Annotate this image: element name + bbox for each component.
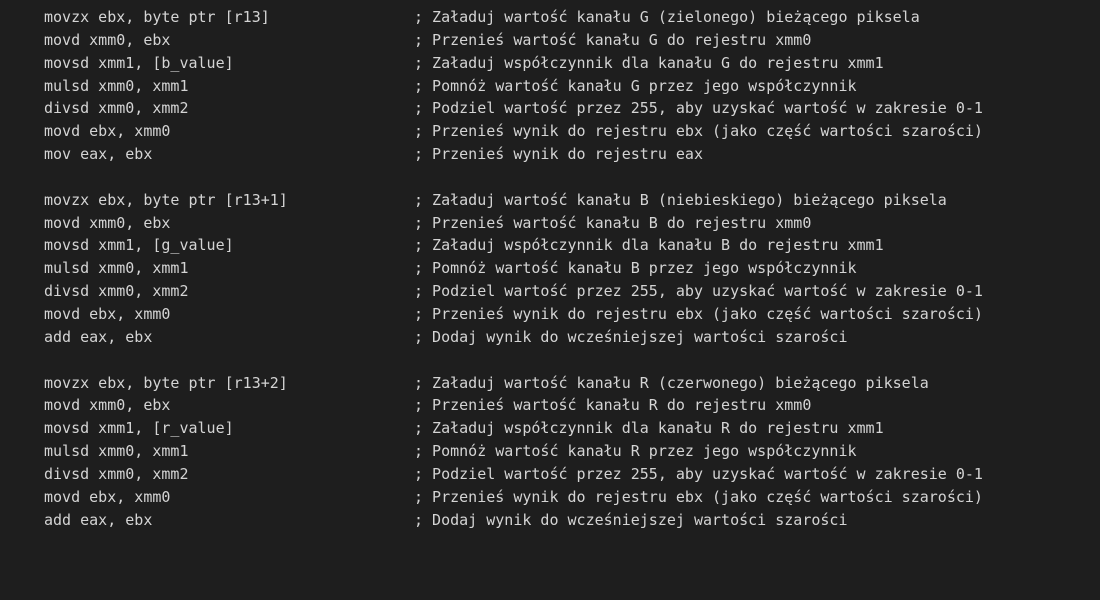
code-instruction: mulsd xmm0, xmm1 [44,442,189,461]
code-comment: ; Podziel wartość przez 255, aby uzyskać… [414,99,983,118]
code-line[interactable]: mulsd xmm0, xmm1 ; Pomnóż wartość kanału… [44,440,1094,463]
code-comment: ; Podziel wartość przez 255, aby uzyskać… [414,282,983,301]
code-line[interactable]: movd ebx, xmm0 ; Przenieś wynik do rejes… [44,120,1094,143]
code-comment: ; Załaduj współczynnik dla kanału B do r… [414,236,884,255]
code-instruction: movd xmm0, ebx [44,30,171,49]
code-instruction: movzx ebx, byte ptr [r13+2] [44,373,288,392]
code-instruction: mulsd xmm0, xmm1 [44,259,189,278]
code-comment: ; Pomnóż wartość kanału R przez jego wsp… [414,442,857,461]
code-comment: ; Przenieś wynik do rejestru ebx (jako c… [414,487,983,506]
code-instruction: movsd xmm1, [g_value] [44,236,234,255]
code-instruction: divsd xmm0, xmm2 [44,282,189,301]
code-instruction: movd xmm0, ebx [44,213,171,232]
code-line[interactable]: movzx ebx, byte ptr [r13+2] ; Załaduj wa… [44,372,1094,395]
code-instruction: divsd xmm0, xmm2 [44,99,189,118]
code-line[interactable]: movzx ebx, byte ptr [r13+1] ; Załaduj wa… [44,189,1094,212]
code-line[interactable]: movsd xmm1, [r_value] ; Załaduj współczy… [44,417,1094,440]
blank-line[interactable] [44,349,1094,372]
code-comment: ; Załaduj wartość kanału G (zielonego) b… [414,8,920,26]
code-instruction: movd ebx, xmm0 [44,304,171,323]
code-line[interactable]: movd xmm0, ebx ; Przenieś wartość kanału… [44,394,1094,417]
code-comment: ; Przenieś wartość kanału G do rejestru … [414,30,812,49]
code-line[interactable]: movd xmm0, ebx ; Przenieś wartość kanału… [44,212,1094,235]
code-line[interactable]: add eax, ebx ; Dodaj wynik do wcześniejs… [44,326,1094,349]
code-instruction: divsd xmm0, xmm2 [44,464,189,483]
code-comment: ; Dodaj wynik do wcześniejszej wartości … [414,510,848,529]
code-comment: ; Załaduj wartość kanału R (czerwonego) … [414,373,929,392]
code-area[interactable]: movzx ebx, byte ptr [r13] ; Załaduj wart… [44,6,1094,531]
code-comment: ; Przenieś wartość kanału R do rejestru … [414,396,812,415]
code-instruction: mulsd xmm0, xmm1 [44,76,189,95]
code-instruction: movsd xmm1, [b_value] [44,53,234,72]
code-line[interactable]: mulsd xmm0, xmm1 ; Pomnóż wartość kanału… [44,75,1094,98]
code-instruction: movd ebx, xmm0 [44,487,171,506]
code-comment: ; Przenieś wynik do rejestru ebx (jako c… [414,122,983,141]
code-line[interactable]: movsd xmm1, [b_value] ; Załaduj współczy… [44,52,1094,75]
code-instruction: movzx ebx, byte ptr [r13+1] [44,190,288,209]
code-instruction: movsd xmm1, [r_value] [44,419,234,438]
code-line[interactable]: divsd xmm0, xmm2 ; Podziel wartość przez… [44,463,1094,486]
code-line[interactable]: movd ebx, xmm0 ; Przenieś wynik do rejes… [44,303,1094,326]
code-instruction: movzx ebx, byte ptr [r13] [44,8,270,26]
code-line[interactable]: mulsd xmm0, xmm1 ; Pomnóż wartość kanału… [44,257,1094,280]
code-instruction: mov eax, ebx [44,145,153,164]
code-comment: ; Pomnóż wartość kanału G przez jego wsp… [414,76,857,95]
code-line[interactable]: movsd xmm1, [g_value] ; Załaduj współczy… [44,234,1094,257]
code-line[interactable]: movzx ebx, byte ptr [r13] ; Załaduj wart… [44,6,1094,29]
code-editor[interactable]: movzx ebx, byte ptr [r13] ; Załaduj wart… [0,0,1100,534]
code-line[interactable]: divsd xmm0, xmm2 ; Podziel wartość przez… [44,280,1094,303]
code-line[interactable]: movd xmm0, ebx ; Przenieś wartość kanału… [44,29,1094,52]
code-instruction: add eax, ebx [44,510,153,529]
code-line[interactable]: divsd xmm0, xmm2 ; Podziel wartość przez… [44,97,1094,120]
blank-line[interactable] [44,166,1094,189]
code-line[interactable]: add eax, ebx ; Dodaj wynik do wcześniejs… [44,509,1094,532]
code-comment: ; Przenieś wynik do rejestru eax [414,145,703,164]
code-comment: ; Załaduj współczynnik dla kanału R do r… [414,419,884,438]
code-instruction: movd xmm0, ebx [44,396,171,415]
code-instruction: movd ebx, xmm0 [44,122,171,141]
code-line[interactable]: mov eax, ebx ; Przenieś wynik do rejestr… [44,143,1094,166]
code-comment: ; Załaduj wartość kanału B (niebieskiego… [414,190,947,209]
code-line[interactable]: movd ebx, xmm0 ; Przenieś wynik do rejes… [44,486,1094,509]
code-comment: ; Przenieś wartość kanału B do rejestru … [414,213,812,232]
code-comment: ; Pomnóż wartość kanału B przez jego wsp… [414,259,857,278]
code-comment: ; Podziel wartość przez 255, aby uzyskać… [414,464,983,483]
code-instruction: add eax, ebx [44,327,153,346]
code-comment: ; Dodaj wynik do wcześniejszej wartości … [414,327,848,346]
code-comment: ; Załaduj współczynnik dla kanału G do r… [414,53,884,72]
code-comment: ; Przenieś wynik do rejestru ebx (jako c… [414,304,983,323]
